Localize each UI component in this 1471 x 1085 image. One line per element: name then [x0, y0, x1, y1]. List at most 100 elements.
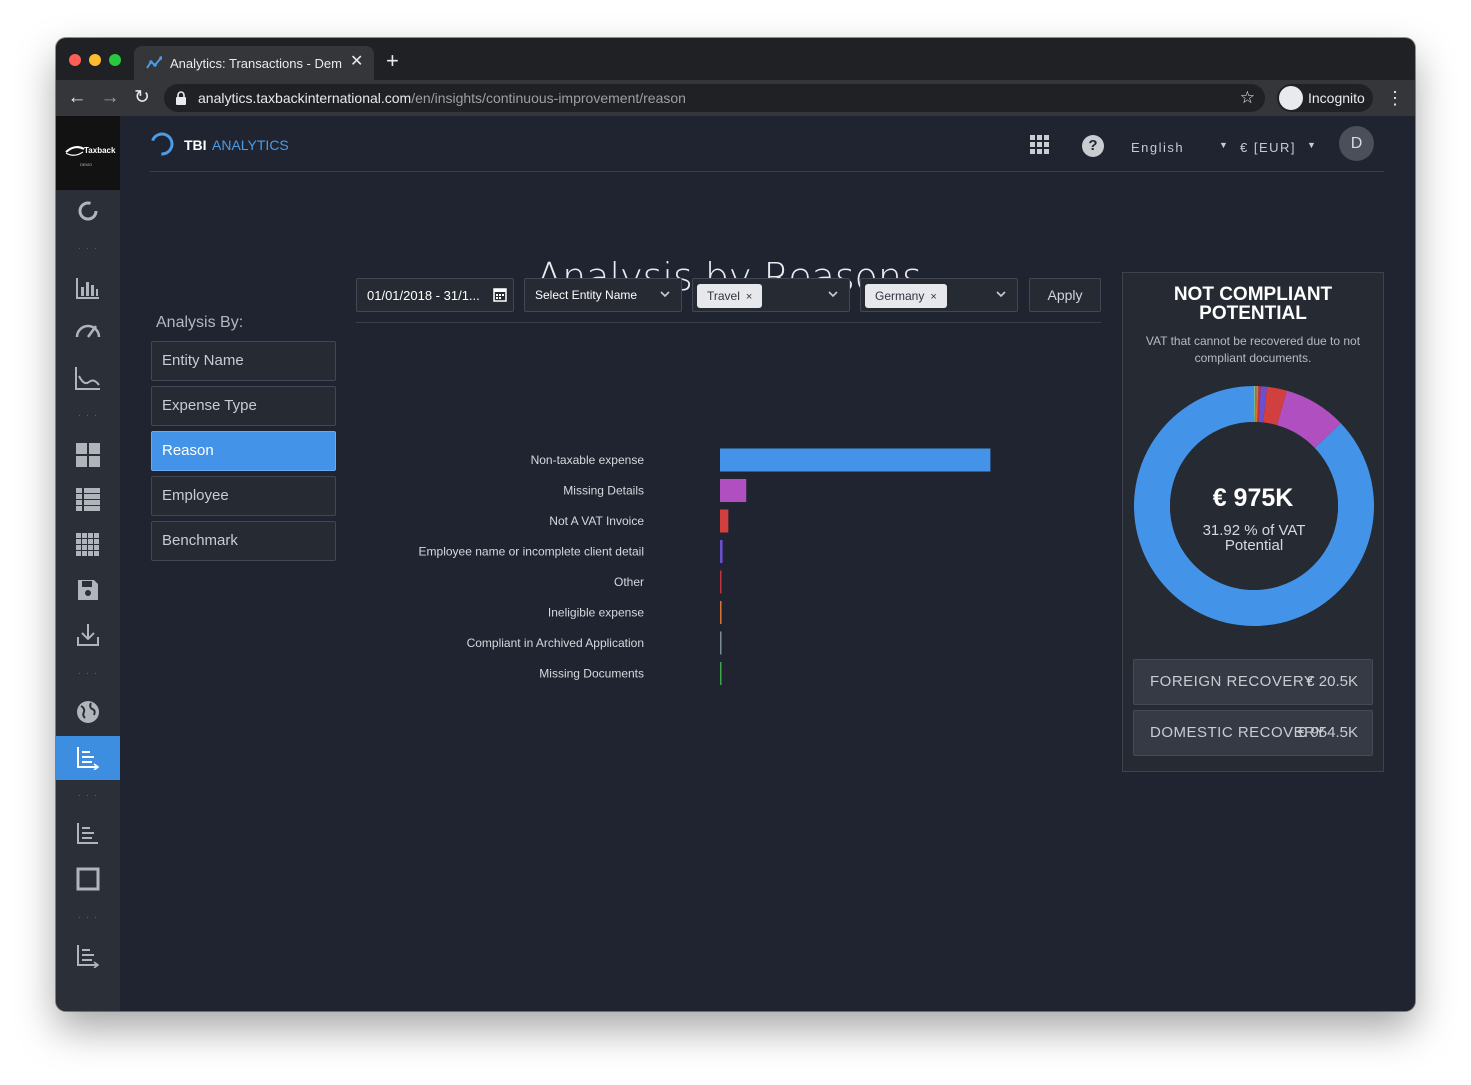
grid-view-icon[interactable] — [56, 527, 120, 563]
analysis-employee-button[interactable]: Employee — [151, 476, 336, 516]
avatar[interactable]: D — [1339, 126, 1374, 161]
app-header: TBI ANALYTICS ? English ▼ € [EUR] ▼ D — [150, 116, 1384, 172]
donut-percentage: 31.92 % of VAT Potential — [1202, 522, 1306, 554]
language-caret-icon[interactable]: ▼ — [1219, 140, 1228, 150]
analytics-favicon-icon — [146, 56, 162, 69]
date-range-value: 01/01/2018 - 31/1... — [367, 288, 480, 303]
browser-tab[interactable]: Analytics: Transactions - Demo ✕ — [134, 46, 374, 80]
browser-window: Analytics: Transactions - Demo ✕ + ← → ↻… — [56, 38, 1415, 1011]
bar[interactable] — [720, 448, 991, 472]
incognito-badge[interactable]: Incognito — [1277, 84, 1373, 112]
forward-icon[interactable]: → — [98, 86, 122, 110]
category-label: Other — [614, 575, 644, 589]
address-bar[interactable]: analytics.taxbackinternational.com/en/in… — [164, 84, 1265, 112]
travel-tag: Travel × — [697, 284, 763, 308]
gauge-icon[interactable] — [56, 312, 120, 348]
date-range-field[interactable]: 01/01/2018 - 31/1... — [356, 278, 514, 312]
chevron-down-icon[interactable] — [827, 288, 839, 300]
side-rail: Taxback DEMO · · · · · · · · · · · · · ·… — [56, 116, 120, 1011]
url-path: /en/insights/continuous-improvement/reas… — [411, 90, 686, 106]
rail-overview-icon[interactable] — [56, 193, 120, 229]
expense-type-select[interactable]: Travel × — [692, 278, 850, 312]
card-title-line1: NOT COMPLIANT — [1173, 284, 1333, 305]
entity-name-placeholder: Select Entity Name — [535, 288, 638, 302]
rail-separator: · · · — [77, 243, 99, 254]
logo-text: Taxback — [84, 146, 116, 155]
app-content: Taxback DEMO · · · · · · · · · · · · · ·… — [56, 116, 1415, 1011]
bar[interactable] — [720, 479, 747, 502]
country-select[interactable]: Germany × — [860, 278, 1018, 312]
category-label: Missing Details — [563, 484, 644, 498]
currency-select[interactable]: € [EUR] — [1240, 140, 1296, 155]
taxback-logo[interactable]: Taxback DEMO — [56, 116, 120, 190]
apps-grid-icon[interactable] — [1030, 135, 1050, 155]
download-icon[interactable] — [56, 617, 120, 653]
bar[interactable] — [720, 662, 722, 685]
help-icon[interactable]: ? — [1082, 135, 1104, 157]
bar[interactable] — [720, 570, 722, 594]
rail-separator: · · · — [77, 790, 99, 801]
donut-total: € 975K — [1212, 484, 1294, 512]
brand-tbi: TBI — [184, 137, 207, 153]
save-icon[interactable] — [56, 572, 120, 608]
card-subtitle: VAT that cannot be recovered due to not … — [1145, 334, 1361, 365]
taxback-swoosh-icon — [65, 146, 85, 156]
tbi-logo-icon[interactable] — [150, 132, 174, 156]
logo-demo: DEMO — [80, 162, 92, 167]
browser-toolbar: ← → ↻ analytics.taxbackinternational.com… — [56, 80, 1415, 116]
url-host: analytics.taxbackinternational.com — [198, 90, 412, 106]
reasons-bar-chart: Non-taxable expense Missing Details Not A … — [419, 448, 991, 685]
new-tab-button[interactable]: + — [386, 50, 399, 72]
category-label: Non-taxable expense — [531, 453, 645, 467]
analysis-reason-button[interactable]: Reason — [151, 431, 336, 471]
analysis-entity-name-button[interactable]: Entity Name — [151, 341, 336, 381]
close-tab-icon[interactable]: ✕ — [350, 53, 363, 71]
url-text: analytics.taxbackinternational.com/en/in… — [198, 90, 686, 106]
chevron-down-icon[interactable] — [659, 288, 671, 300]
back-icon[interactable]: ← — [65, 86, 89, 110]
close-window-button[interactable] — [69, 54, 81, 66]
chevron-down-icon[interactable] — [995, 288, 1007, 300]
reload-icon[interactable]: ↻ — [130, 86, 154, 110]
bar[interactable] — [720, 540, 723, 563]
analysis-expense-type-button[interactable]: Expense Type — [151, 386, 336, 426]
filter-divider — [356, 322, 1101, 323]
globe-icon[interactable] — [56, 694, 120, 730]
currency-caret-icon[interactable]: ▼ — [1307, 140, 1316, 150]
calendar-icon[interactable] — [493, 287, 507, 302]
analysis-benchmark-button[interactable]: Benchmark — [151, 521, 336, 561]
bar[interactable] — [720, 601, 722, 624]
browser-menu-icon[interactable]: ⋮ — [1386, 86, 1404, 110]
bar-chart-icon[interactable] — [56, 270, 120, 306]
lock-icon — [176, 91, 186, 105]
rail-separator: · · · — [77, 912, 99, 923]
rail-separator: · · · — [77, 410, 99, 421]
not-compliant-card: NOT COMPLIANT POTENTIAL VAT that cannot … — [1122, 272, 1384, 772]
bookmark-star-icon[interactable]: ☆ — [1240, 88, 1255, 108]
apply-button[interactable]: Apply — [1029, 278, 1101, 312]
maximize-window-button[interactable] — [109, 54, 121, 66]
category-label: Ineligible expense — [548, 606, 644, 620]
domestic-recovery-row[interactable]: DOMESTIC RECOVERY € 954.5K — [1133, 710, 1373, 756]
germany-tag: Germany × — [865, 284, 947, 308]
report-icon[interactable] — [56, 938, 120, 974]
bar[interactable] — [720, 631, 722, 655]
card-title-line2: POTENTIAL — [1199, 303, 1307, 324]
list-view-icon[interactable] — [56, 482, 120, 518]
minimize-window-button[interactable] — [89, 54, 101, 66]
reasons-chart-icon[interactable] — [56, 740, 120, 776]
entity-name-select[interactable]: Select Entity Name — [524, 278, 682, 312]
dashboard-icon[interactable] — [56, 437, 120, 473]
remove-germany-tag-icon[interactable]: × — [930, 291, 936, 303]
remove-travel-tag-icon[interactable]: × — [746, 291, 752, 303]
foreign-recovery-row[interactable]: FOREIGN RECOVERY € 20.5K — [1133, 659, 1373, 705]
bar[interactable] — [720, 509, 729, 533]
frame-icon[interactable] — [56, 861, 120, 897]
line-chart-icon[interactable] — [56, 360, 120, 396]
tab-strip: Analytics: Transactions - Demo ✕ + — [56, 38, 1415, 80]
foreign-recovery-value: € 20.5K — [1306, 673, 1358, 690]
card-title: NOT COMPLIANT POTENTIAL — [1123, 285, 1383, 323]
bar-list-icon[interactable] — [56, 816, 120, 852]
domestic-recovery-value: € 954.5K — [1297, 724, 1358, 741]
language-select[interactable]: English — [1131, 140, 1184, 155]
